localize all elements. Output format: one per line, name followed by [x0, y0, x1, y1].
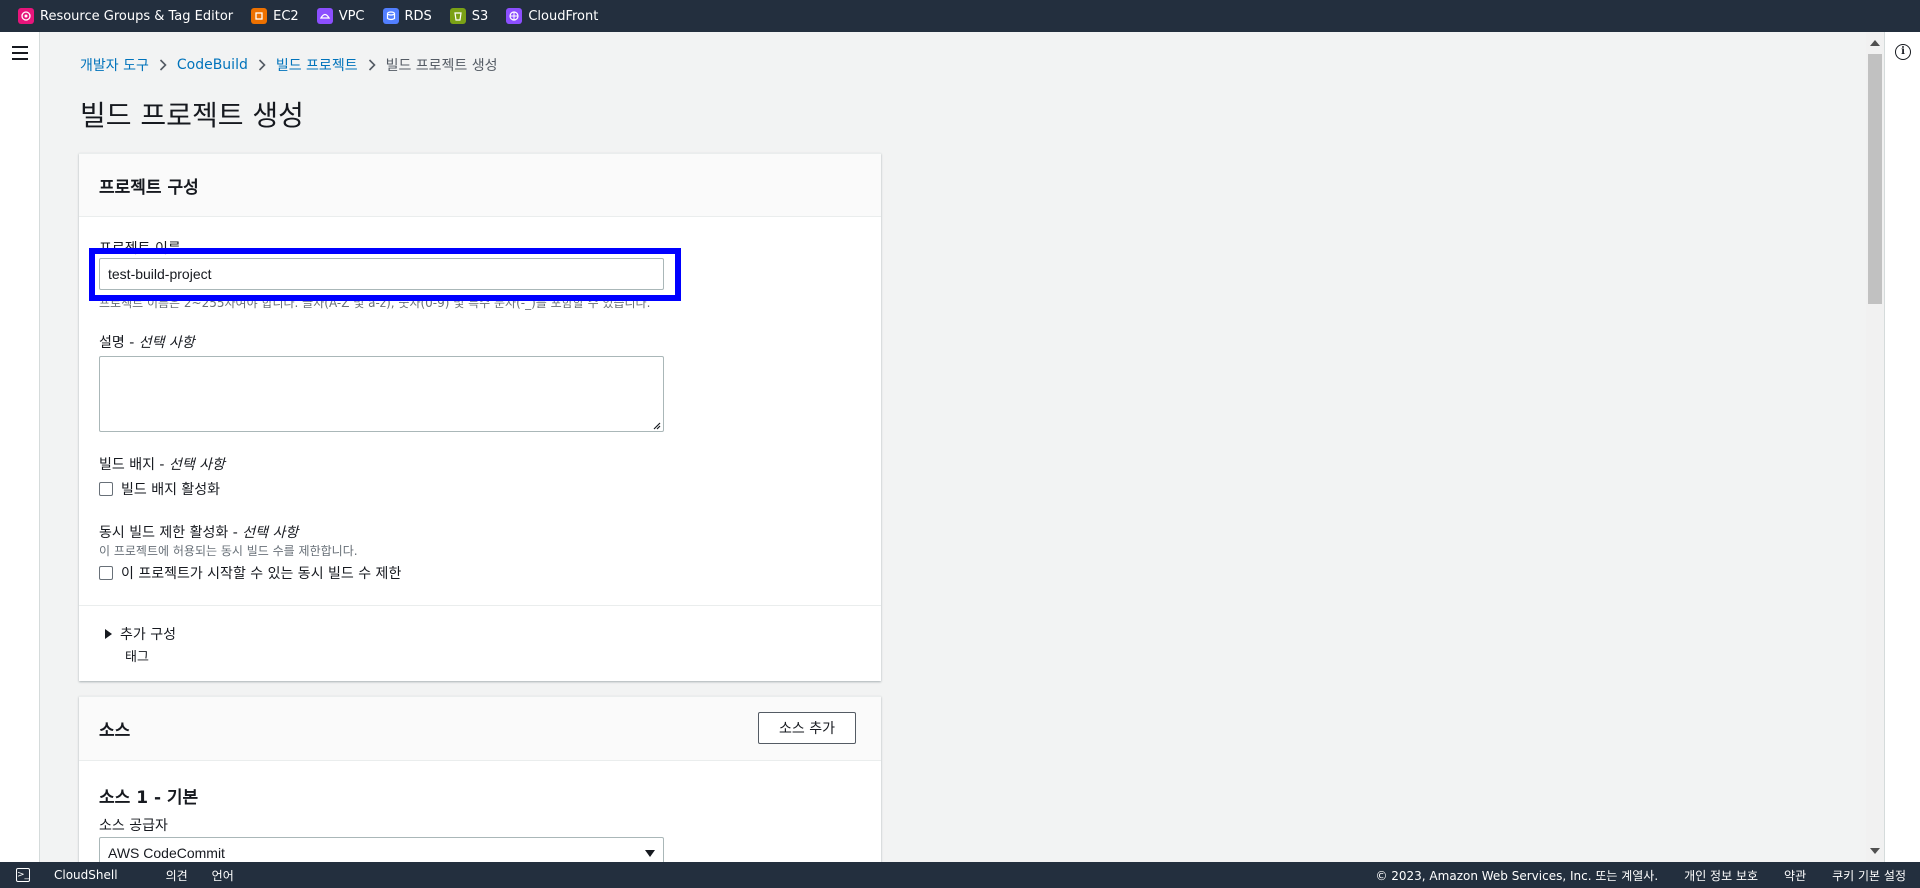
scrollbar[interactable]	[1866, 32, 1884, 862]
additional-config-subtext: 태그	[125, 650, 149, 665]
scrollbar-thumb[interactable]	[1868, 54, 1882, 304]
footer: >_ CloudShell 의견 언어 © 2023, Amazon Web S…	[0, 862, 1920, 888]
privacy-link[interactable]: 개인 정보 보호	[1684, 867, 1758, 884]
description-label-text: 설명	[99, 335, 125, 351]
breadcrumb-current: 빌드 프로젝트 생성	[385, 58, 498, 74]
favorite-vpc[interactable]: VPC	[316, 8, 365, 24]
s3-icon	[449, 8, 466, 24]
breadcrumb-codebuild[interactable]: CodeBuild	[177, 57, 248, 73]
cloudshell-button[interactable]: >_ CloudShell	[16, 868, 142, 882]
terms-link[interactable]: 약관	[1784, 867, 1806, 884]
cloudfront-icon	[506, 8, 523, 24]
language-link[interactable]: 언어	[212, 867, 234, 884]
project-config-panel: 프로젝트 구성 프로젝트 이름 프로젝트 이름은 2~255자여야 합니다. 글…	[79, 153, 881, 681]
page-title: 빌드 프로젝트 생성	[80, 99, 304, 132]
copyright-text: © 2023, Amazon Web Services, Inc. 또는 계열사…	[1375, 868, 1659, 883]
panel-title: 소스	[99, 721, 131, 741]
breadcrumb-developer-tools[interactable]: 개발자 도구	[80, 55, 149, 75]
cloudshell-label: CloudShell	[54, 868, 118, 882]
add-source-button[interactable]: 소스 추가	[758, 712, 856, 744]
optional-text: 선택 사항	[138, 335, 195, 351]
cookie-preferences-link[interactable]: 쿠키 기본 설정	[1832, 867, 1906, 884]
project-name-label: 프로젝트 이름	[99, 241, 181, 257]
favorite-label: RDS	[404, 8, 432, 24]
description-label: 설명 - 선택 사항	[99, 335, 195, 351]
project-name-hint: 프로젝트 이름은 2~255자여야 합니다. 글자(A-Z 및 a-z), 숫자…	[99, 296, 651, 310]
favorite-label: S3	[471, 8, 489, 24]
panel-title: 프로젝트 구성	[99, 177, 199, 198]
breadcrumb: 개발자 도구 CodeBuild 빌드 프로젝트 빌드 프로젝트 생성	[80, 55, 498, 75]
build-badge-label-text: 빌드 배지	[99, 457, 155, 473]
optional-text: 선택 사항	[242, 525, 299, 541]
concurrent-build-label-text: 동시 빌드 제한 활성화	[99, 525, 229, 541]
chevron-right-icon	[159, 59, 167, 71]
info-icon[interactable]: i	[1895, 44, 1911, 60]
concurrent-build-option[interactable]: 이 프로젝트가 시작할 수 있는 동시 빌드 수 제한	[99, 563, 401, 583]
favorite-label: Resource Groups & Tag Editor	[40, 8, 234, 24]
build-badge-checkbox[interactable]	[99, 482, 113, 496]
side-navigation-strip	[0, 32, 40, 862]
resource-groups-icon	[18, 8, 34, 24]
favorite-s3[interactable]: S3	[449, 8, 489, 24]
source-provider-value: AWS CodeCommit	[108, 845, 225, 861]
concurrent-build-label: 동시 빌드 제한 활성화 - 선택 사항	[99, 525, 299, 541]
divider	[79, 605, 881, 606]
source-1-title: 소스 1 - 기본	[99, 788, 199, 808]
caret-right-icon	[105, 629, 112, 639]
main-content: 개발자 도구 CodeBuild 빌드 프로젝트 빌드 프로젝트 생성 빌드 프…	[40, 32, 1866, 862]
build-badge-checkbox-label: 빌드 배지 활성화	[121, 482, 221, 498]
favorite-label: EC2	[273, 8, 299, 24]
panel-header: 프로젝트 구성	[79, 154, 881, 217]
vpc-icon	[316, 8, 333, 24]
additional-config-label: 추가 구성	[120, 627, 176, 643]
favorite-label: CloudFront	[528, 8, 599, 24]
ec2-icon	[251, 8, 268, 24]
concurrent-build-hint: 이 프로젝트에 허용되는 동시 빌드 수를 제한합니다.	[99, 544, 358, 558]
feedback-link[interactable]: 의견	[166, 867, 188, 884]
favorite-resource-groups[interactable]: Resource Groups & Tag Editor	[18, 8, 233, 24]
hamburger-menu-icon[interactable]	[12, 46, 28, 60]
terminal-icon: >_	[16, 868, 30, 882]
favorites-bar: Resource Groups & Tag Editor EC2 VPC RDS…	[0, 0, 1920, 32]
build-badge-option[interactable]: 빌드 배지 활성화	[99, 479, 220, 499]
resize-grip-icon[interactable]	[651, 420, 661, 430]
chevron-right-icon	[368, 59, 376, 71]
tools-strip: i	[1884, 32, 1920, 862]
favorite-cloudfront[interactable]: CloudFront	[506, 8, 598, 24]
breadcrumb-build-projects[interactable]: 빌드 프로젝트	[276, 55, 358, 75]
concurrent-build-checkbox-label: 이 프로젝트가 시작할 수 있는 동시 빌드 수 제한	[121, 566, 402, 582]
concurrent-build-checkbox[interactable]	[99, 566, 113, 580]
rds-icon	[382, 8, 399, 24]
scroll-down-arrow-icon[interactable]	[1870, 848, 1880, 854]
additional-config-toggle[interactable]: 추가 구성	[105, 624, 176, 644]
project-name-input[interactable]	[99, 258, 664, 290]
favorite-label: VPC	[338, 8, 365, 24]
optional-text: 선택 사항	[168, 457, 225, 473]
source-panel: 소스 소스 추가 소스 1 - 기본 소스 공급자 AWS CodeCommit	[79, 696, 881, 862]
source-provider-label: 소스 공급자	[99, 818, 168, 834]
favorite-rds[interactable]: RDS	[382, 8, 432, 24]
chevron-right-icon	[258, 59, 266, 71]
build-badge-label: 빌드 배지 - 선택 사항	[99, 457, 225, 473]
source-provider-select[interactable]: AWS CodeCommit	[99, 837, 664, 862]
caret-down-icon	[645, 849, 655, 857]
favorite-ec2[interactable]: EC2	[251, 8, 299, 24]
description-textarea[interactable]	[99, 356, 664, 432]
scroll-up-arrow-icon[interactable]	[1870, 40, 1880, 46]
